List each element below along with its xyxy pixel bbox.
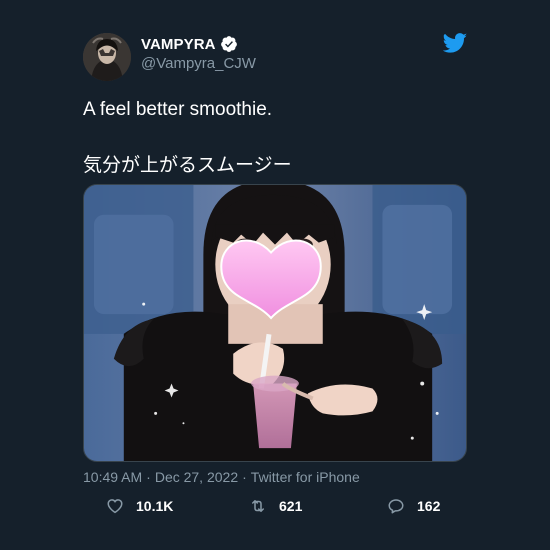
like-button[interactable]: 10.1K <box>106 497 173 515</box>
meta-separator: · <box>242 469 247 485</box>
author-handle[interactable]: @Vampyra_CJW <box>141 55 256 72</box>
meta-separator: · <box>146 469 151 485</box>
author-name-row[interactable]: VAMPYRA <box>141 35 238 53</box>
photo-image <box>84 185 466 461</box>
tweet-photo[interactable] <box>83 184 467 462</box>
like-count: 10.1K <box>136 498 174 514</box>
avatar-image <box>83 33 131 81</box>
heart-icon <box>107 499 123 514</box>
tweet-text-line-1: A feel better smoothie. <box>83 99 273 120</box>
retweet-count: 621 <box>279 498 303 514</box>
display-name[interactable]: VAMPYRA <box>141 36 216 53</box>
verified-badge-icon <box>220 36 237 52</box>
tweet-text-line-2: 気分が上がるスムージー <box>83 155 292 176</box>
retweet-icon <box>252 500 264 512</box>
reply-count: 162 <box>417 498 441 514</box>
tweet-date[interactable]: Dec 27, 2022 <box>155 469 238 485</box>
tweet-time[interactable]: 10:49 AM <box>83 469 142 485</box>
twitter-bird-icon[interactable] <box>443 33 468 53</box>
retweet-button[interactable]: 621 <box>249 497 302 515</box>
reply-icon <box>388 499 404 514</box>
reply-button[interactable]: 162 <box>387 497 440 515</box>
tweet-source[interactable]: Twitter for iPhone <box>251 469 360 485</box>
tweet-meta: 10:49 AM · Dec 27, 2022 · Twitter for iP… <box>83 469 360 485</box>
tweet-card: VAMPYRA @Vampyra_CJW A feel better smoot… <box>0 0 550 550</box>
avatar[interactable] <box>83 33 131 81</box>
